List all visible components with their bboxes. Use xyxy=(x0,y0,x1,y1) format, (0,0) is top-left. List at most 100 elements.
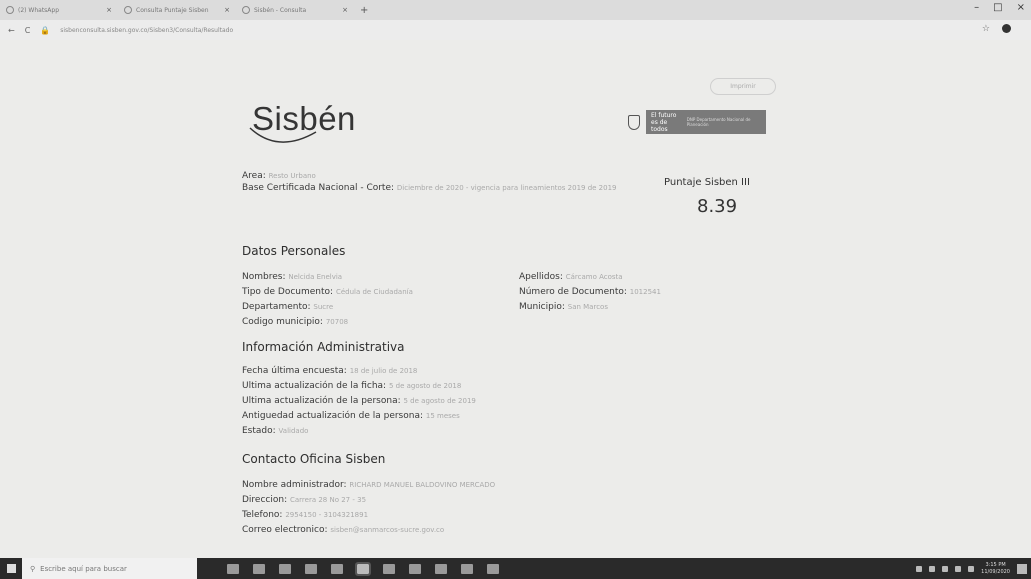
personal-right-column: Apellidos: Cárcamo Acosta Número de Docu… xyxy=(519,270,661,315)
tab-consulta[interactable]: Consulta Puntaje Sisben × xyxy=(118,0,236,20)
logo-swoosh-icon xyxy=(249,127,317,143)
gov-banner: El futuro es de todos DNP Departamento N… xyxy=(646,110,766,134)
field-value: Cárcamo Acosta xyxy=(565,273,623,281)
word-icon[interactable] xyxy=(409,563,421,574)
close-tab-icon[interactable]: × xyxy=(224,6,230,14)
contact-fields: Nombre administrador: RICHARD MANUEL BAL… xyxy=(242,478,495,538)
field-value: 5 de agosto de 2019 xyxy=(403,397,476,405)
section-title-admin: Información Administrativa xyxy=(242,340,405,354)
taskbar-search[interactable]: ⚲ Escribe aquí para buscar xyxy=(22,558,197,579)
lock-icon: 🔒 xyxy=(40,25,51,35)
edge-icon[interactable] xyxy=(253,563,265,574)
start-button[interactable] xyxy=(0,558,22,579)
windows-taskbar: ⚲ Escribe aquí para buscar 3:15 PM 11/09… xyxy=(0,558,1031,579)
tab-whatsapp[interactable]: (2) WhatsApp × xyxy=(0,0,118,20)
network-icon[interactable] xyxy=(929,565,936,572)
field-label: Tipo de Documento: xyxy=(242,287,334,297)
area-label: Area: xyxy=(242,171,266,181)
field-label: Correo electronico: xyxy=(242,525,328,535)
window-controls: – □ × xyxy=(974,2,1025,13)
field-antiguedad: Antiguedad actualización de la persona: … xyxy=(242,409,476,424)
field-label: Ultima actualización de la ficha: xyxy=(242,381,387,391)
score-title: Puntaje Sisben III xyxy=(664,177,750,188)
search-icon: ⚲ xyxy=(30,564,36,573)
chevron-up-icon[interactable] xyxy=(916,565,923,572)
system-tray: 3:15 PM 11/09/2020 xyxy=(916,558,1027,579)
field-value: 2954150 - 3104321891 xyxy=(285,511,369,519)
field-label: Telefono: xyxy=(242,510,283,520)
url-field[interactable]: sisbenconsulta.sisben.gov.co/Sisben3/Con… xyxy=(60,27,233,34)
field-value: Cédula de Ciudadanía xyxy=(335,288,413,296)
field-tipo-documento: Tipo de Documento: Cédula de Ciudadanía xyxy=(242,285,413,300)
reload-button[interactable]: C xyxy=(25,26,31,35)
back-button[interactable]: ← xyxy=(8,26,15,35)
print-button[interactable]: Imprimir xyxy=(710,78,776,95)
gov-slogan-line1: El futuro xyxy=(651,111,677,119)
field-value: San Marcos xyxy=(567,303,608,311)
address-bar: ← C 🔒 sisbenconsulta.sisben.gov.co/Sisbe… xyxy=(0,20,1031,40)
field-label: Estado: xyxy=(242,426,276,436)
coat-of-arms-icon xyxy=(628,114,640,130)
maximize-button[interactable]: □ xyxy=(993,2,1002,13)
field-label: Fecha última encuesta: xyxy=(242,366,347,376)
field-nombres: Nombres: Nelcida Enelvia xyxy=(242,270,413,285)
ie-icon[interactable] xyxy=(383,563,395,574)
battery-icon[interactable] xyxy=(942,565,949,572)
clock[interactable]: 3:15 PM 11/09/2020 xyxy=(981,562,1010,576)
field-telefono: Telefono: 2954150 - 3104321891 xyxy=(242,508,495,523)
score-value: 8.39 xyxy=(697,196,738,217)
file-explorer-icon[interactable] xyxy=(279,563,291,574)
close-tab-icon[interactable]: × xyxy=(106,6,112,14)
gov-slogan-line2: es de todos xyxy=(651,118,668,133)
government-logo: El futuro es de todos DNP Departamento N… xyxy=(628,110,766,134)
field-correo: Correo electronico: sisben@sanmarcos-suc… xyxy=(242,523,495,538)
close-window-button[interactable]: × xyxy=(1017,2,1025,13)
chrome-icon[interactable] xyxy=(355,561,371,576)
tab-label: Sisbén - Consulta xyxy=(254,6,307,14)
search-placeholder: Escribe aquí para buscar xyxy=(40,564,127,573)
field-codigo-municipio: Codigo municipio: 70708 xyxy=(242,315,413,330)
field-label: Antiguedad actualización de la persona: xyxy=(242,411,424,421)
close-tab-icon[interactable]: × xyxy=(342,6,348,14)
whatsapp-favicon-icon xyxy=(6,6,14,14)
field-departamento: Departamento: Sucre xyxy=(242,300,413,315)
minimize-button[interactable]: – xyxy=(974,2,979,13)
keyboard-icon[interactable] xyxy=(968,565,975,572)
tab-sisben[interactable]: Sisbén - Consulta × xyxy=(236,0,354,20)
address-bar-actions: ☆ xyxy=(982,24,1011,34)
new-tab-button[interactable]: + xyxy=(354,5,374,16)
field-label: Apellidos: xyxy=(519,272,563,282)
page-content xyxy=(0,40,1031,558)
field-estado: Estado: Validado xyxy=(242,424,476,439)
field-administrador: Nombre administrador: RICHARD MANUEL BAL… xyxy=(242,478,495,493)
volume-icon[interactable] xyxy=(955,565,962,572)
field-label: Número de Documento: xyxy=(519,287,627,297)
field-value: Sucre xyxy=(313,303,334,311)
base-info: Area: Resto Urbano Base Certificada Naci… xyxy=(242,170,642,194)
task-view-icon[interactable] xyxy=(227,563,239,574)
app-icon[interactable] xyxy=(487,563,499,574)
field-label: Nombres: xyxy=(242,272,286,282)
area-value: Resto Urbano xyxy=(268,172,316,180)
excel-icon[interactable] xyxy=(435,563,447,574)
field-actualizacion-persona: Ultima actualización de la persona: 5 de… xyxy=(242,394,476,409)
browser-tab-bar: (2) WhatsApp × Consulta Puntaje Sisben ×… xyxy=(0,0,1031,20)
field-label: Departamento: xyxy=(242,302,311,312)
profile-avatar[interactable] xyxy=(1002,24,1011,33)
base-value: Diciembre de 2020 - vigencia para lineam… xyxy=(396,184,617,192)
tab-favicon-icon xyxy=(124,6,132,14)
clock-date: 11/09/2020 xyxy=(981,568,1010,575)
store-icon[interactable] xyxy=(305,563,317,574)
notifications-icon[interactable] xyxy=(1017,563,1027,574)
field-value: Validado xyxy=(278,427,309,435)
powerpoint-icon[interactable] xyxy=(461,563,473,574)
tab-label: (2) WhatsApp xyxy=(18,6,60,14)
star-icon[interactable]: ☆ xyxy=(982,24,990,34)
field-value: Carrera 28 No 27 - 35 xyxy=(290,496,367,504)
section-title-contact: Contacto Oficina Sisben xyxy=(242,452,386,466)
field-label: Codigo municipio: xyxy=(242,317,323,327)
field-value: RICHARD MANUEL BALDOVINO MERCADO xyxy=(349,481,496,489)
mail-icon[interactable] xyxy=(331,563,343,574)
field-label: Direccion: xyxy=(242,495,288,505)
field-value: 18 de julio de 2018 xyxy=(349,367,418,375)
